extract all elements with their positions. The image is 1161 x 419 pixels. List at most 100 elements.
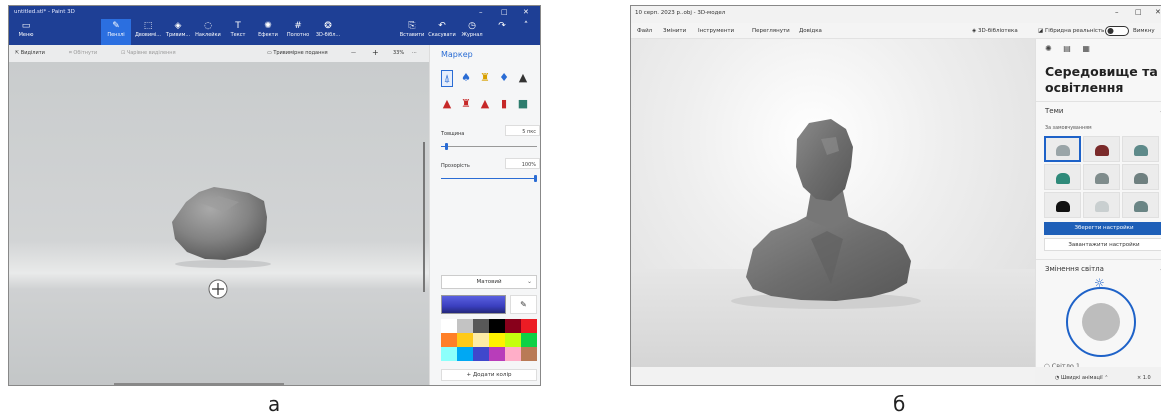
pencil-brush[interactable]: ▲ — [441, 96, 453, 113]
history-button[interactable]: ◷ Журнал — [457, 20, 487, 38]
theme-thumbnail[interactable] — [1083, 164, 1120, 190]
tab-2d-shapes[interactable]: ⬚ Двовимі... — [133, 20, 163, 38]
menu-help[interactable]: Довідка — [799, 28, 822, 34]
close-button[interactable]: ✕ — [523, 8, 529, 16]
color-swatch[interactable] — [489, 319, 505, 333]
theme-thumbnail[interactable] — [1122, 192, 1159, 218]
select-tool[interactable]: ⇱ Виділити — [15, 50, 45, 56]
color-swatch[interactable] — [473, 333, 489, 347]
save-settings-button[interactable]: Зберегти настройки — [1044, 222, 1161, 235]
theme-thumbnail[interactable] — [1122, 136, 1159, 162]
theme-thumbnail[interactable] — [1122, 164, 1159, 190]
canvas[interactable] — [9, 62, 429, 386]
stats-tab-icon[interactable]: ▤ — [1063, 44, 1071, 53]
color-swatch[interactable] — [505, 333, 521, 347]
eyedropper-button[interactable]: ✎ — [510, 295, 537, 314]
animations-toggle[interactable]: ◔ Швидкі анімації ⌃ — [1055, 375, 1108, 381]
horizontal-scrollbar[interactable] — [114, 383, 284, 385]
theme-thumbnail[interactable] — [1044, 136, 1081, 162]
menu-file[interactable]: Файл — [637, 28, 652, 34]
tab-effects[interactable]: ✺ Ефекти — [253, 20, 283, 38]
menu-edit[interactable]: Змінити — [663, 28, 686, 34]
marker-brush[interactable]: ⍋ — [441, 70, 453, 87]
tab-3d-library[interactable]: ❂ 3D-бібл... — [313, 20, 343, 38]
thickness-slider[interactable] — [441, 143, 537, 150]
opacity-slider-knob[interactable] — [534, 175, 537, 182]
add-color-button[interactable]: + Додати колір — [441, 369, 537, 381]
finish-select[interactable]: Матовий ⌄ — [441, 275, 537, 289]
color-swatch[interactable] — [441, 333, 457, 347]
color-swatch[interactable] — [521, 333, 537, 347]
tab-stickers[interactable]: ◌ Наклейки — [193, 20, 223, 38]
maximize-button[interactable]: □ — [1135, 8, 1142, 16]
zoom-in-button[interactable]: + — [372, 48, 379, 57]
tab-canvas[interactable]: # Полотно — [283, 20, 313, 38]
current-color-swatch[interactable] — [441, 295, 506, 314]
magic-select-tool[interactable]: ⊡ Чарівне виділення — [121, 50, 176, 56]
load-settings-button[interactable]: Завантажити настройки — [1044, 238, 1161, 251]
library-button[interactable]: ◈ 3D-бібліотека — [972, 28, 1018, 34]
collapse-ribbon-button[interactable]: ˄ — [511, 20, 540, 32]
menu-tools[interactable]: Інструменти — [698, 28, 734, 34]
spray-brush[interactable]: ▮ — [498, 96, 510, 113]
pixel-pen-brush[interactable]: ▲ — [517, 70, 529, 87]
thickness-field[interactable]: 5 пкс — [505, 125, 540, 136]
undo-button[interactable]: ↶ Скасувати — [427, 20, 457, 38]
grid-tab-icon[interactable]: ▦ — [1082, 44, 1090, 53]
color-swatch[interactable] — [521, 319, 537, 333]
fill-brush[interactable]: ■ — [517, 96, 529, 113]
opacity-slider[interactable] — [441, 175, 537, 182]
color-swatch[interactable] — [505, 347, 521, 361]
theme-thumbnail[interactable] — [1083, 136, 1120, 162]
crop-tool[interactable]: ⌗ Обітнути — [69, 50, 97, 56]
color-swatch[interactable] — [441, 319, 457, 333]
bust-model[interactable] — [631, 39, 1035, 367]
color-swatch[interactable] — [489, 333, 505, 347]
color-swatch[interactable] — [441, 347, 457, 361]
tab-brushes[interactable]: ✎ Пензлі — [101, 19, 131, 45]
crayon-brush[interactable]: ▲ — [479, 96, 491, 113]
vertical-scrollbar[interactable] — [423, 142, 425, 292]
lighting-tab-icon[interactable]: ✺ — [1045, 44, 1052, 53]
color-swatch[interactable] — [457, 319, 473, 333]
menu-view[interactable]: Переглянути — [752, 28, 790, 34]
color-swatch[interactable] — [473, 347, 489, 361]
move-gizmo-icon[interactable] — [208, 279, 228, 299]
thickness-slider-knob[interactable] — [445, 143, 448, 150]
color-swatch[interactable] — [489, 347, 505, 361]
light-direction-dial[interactable] — [1066, 287, 1136, 357]
theme-thumbnail[interactable] — [1044, 192, 1081, 218]
color-swatch[interactable] — [521, 347, 537, 361]
oil-brush[interactable]: ♜ — [479, 70, 491, 87]
tab-text[interactable]: T Текст — [223, 20, 253, 38]
maximize-button[interactable]: □ — [501, 8, 508, 16]
opacity-field[interactable]: 100% — [505, 158, 540, 169]
minimize-button[interactable]: – — [479, 8, 483, 16]
menu-button[interactable]: ▭ Меню — [11, 20, 41, 38]
color-swatch[interactable] — [473, 319, 489, 333]
rock-model[interactable] — [9, 62, 429, 386]
viewport[interactable] — [631, 39, 1035, 367]
toolbar: ⇱ Виділити ⌗ Обітнути ⊡ Чарівне виділенн… — [9, 45, 429, 62]
themes-section[interactable]: Теми ⌄ — [1045, 107, 1161, 115]
watercolor-brush[interactable]: ♦ — [498, 70, 510, 87]
more-options-button[interactable]: ··· — [412, 50, 417, 56]
toggle-switch[interactable] — [1105, 26, 1129, 38]
theme-thumbnail[interactable] — [1044, 164, 1081, 190]
text-icon: T — [235, 21, 241, 31]
close-button[interactable]: ✕ — [1155, 8, 1161, 16]
paste-button[interactable]: ⎘ Вставити — [397, 20, 427, 38]
mixed-reality-button[interactable]: ◪ Гібридна реальність — [1038, 28, 1104, 34]
minimize-button[interactable]: – — [1115, 8, 1119, 16]
lighting-section[interactable]: Змінення світла ⌄ — [1045, 265, 1161, 273]
eraser-brush[interactable]: ♜ — [460, 96, 472, 113]
tab-3d-shapes[interactable]: ◈ Тривим... — [163, 20, 193, 38]
color-swatch[interactable] — [457, 333, 473, 347]
zoom-level: 33% — [393, 50, 405, 56]
calligraphy-pen-brush[interactable]: ♠ — [460, 70, 472, 87]
color-swatch[interactable] — [505, 319, 521, 333]
color-swatch[interactable] — [457, 347, 473, 361]
view-3d-toggle[interactable]: ▭ Тривимірне подання — [267, 50, 328, 56]
zoom-out-button[interactable]: — — [351, 50, 356, 56]
theme-thumbnail[interactable] — [1083, 192, 1120, 218]
